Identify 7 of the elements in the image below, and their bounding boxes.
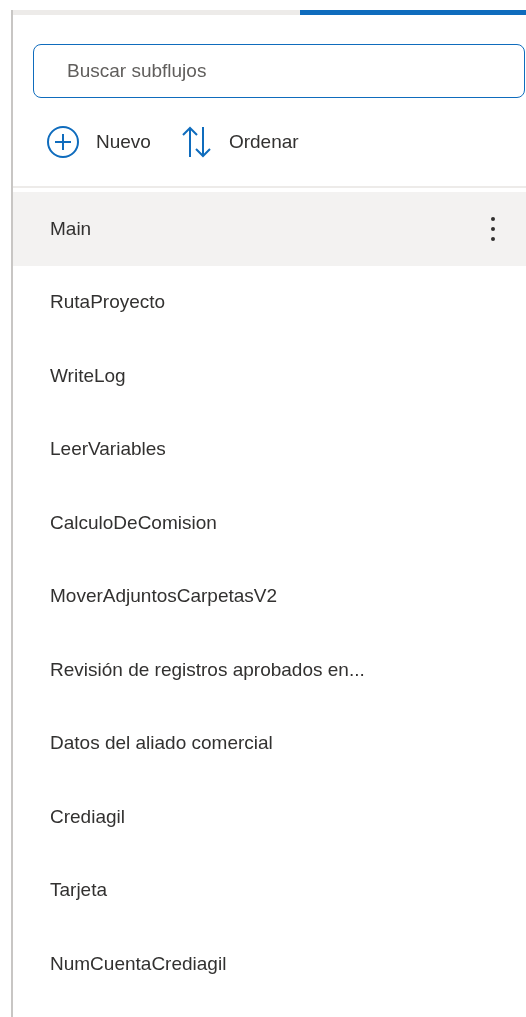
sort-arrows-icon <box>180 125 213 159</box>
search-field[interactable]: Buscar subflujos <box>33 44 525 98</box>
new-button[interactable]: Nuevo <box>46 125 151 159</box>
more-options-icon[interactable] <box>490 215 496 242</box>
subflow-item[interactable]: Main <box>13 192 526 266</box>
sort-button[interactable]: Ordenar <box>180 125 299 159</box>
add-circle-icon <box>46 125 80 159</box>
